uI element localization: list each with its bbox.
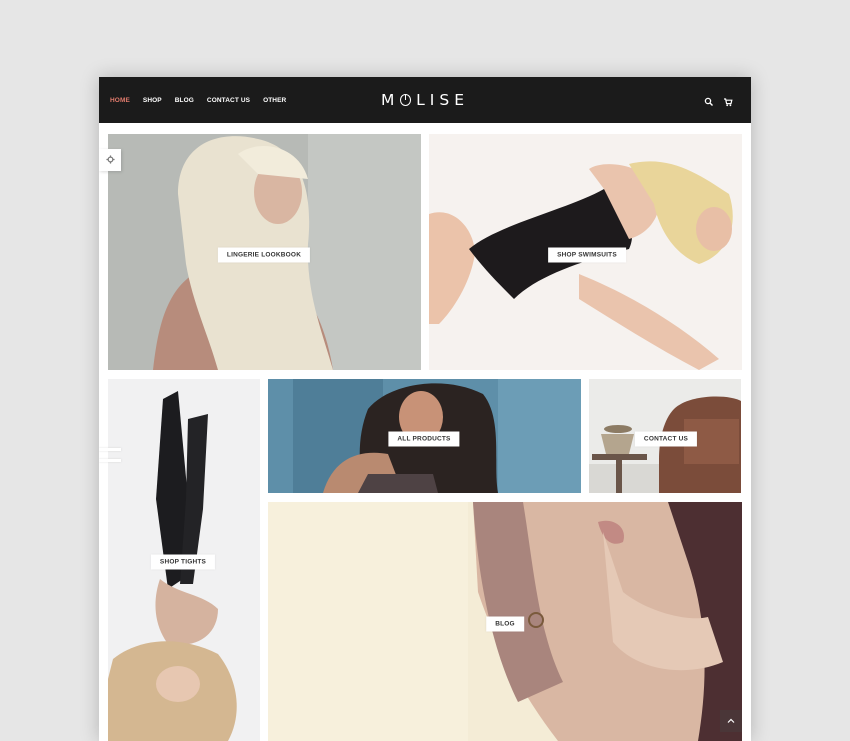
site-logo[interactable]: M LISE [381, 90, 469, 110]
all-products-label[interactable]: ALL PRODUCTS [388, 431, 460, 447]
menu-bar [99, 448, 121, 451]
header-tools [704, 94, 733, 107]
main-menu: HOME SHOP BLOG CONTACT US OTHER [110, 77, 299, 123]
blog-label[interactable]: BLOG [486, 616, 524, 632]
nav-contact-us-link[interactable]: CONTACT US [207, 97, 250, 104]
search-icon[interactable] [704, 94, 714, 106]
top-navigation-bar: HOME SHOP BLOG CONTACT US OTHER M LISE [99, 77, 751, 123]
shop-tights-label[interactable]: SHOP TIGHTS [150, 554, 216, 570]
menu-icon[interactable] [99, 448, 121, 470]
nav-shop-link[interactable]: SHOP [143, 97, 162, 104]
chevron-up-icon [727, 712, 735, 730]
logo-o-mark [400, 94, 412, 106]
nav-other-link[interactable]: OTHER [263, 97, 286, 104]
contact-us-tile[interactable]: CONTACT US [589, 379, 741, 493]
all-products-tile[interactable]: ALL PRODUCTS [268, 379, 581, 493]
shop-swimsuits-label[interactable]: SHOP SWIMSUITS [548, 247, 626, 263]
settings-gear-button[interactable] [99, 149, 121, 171]
lingerie-lookbook-tile[interactable]: LINGERIE LOOKBOOK [108, 134, 421, 370]
menu-bar [99, 459, 121, 462]
browser-window: HOME SHOP BLOG CONTACT US OTHER M LISE L… [99, 77, 751, 741]
gear-icon [105, 151, 115, 169]
logo-text-left: M [381, 91, 400, 109]
scroll-to-top-button[interactable] [720, 710, 742, 732]
shop-swimsuits-tile[interactable]: SHOP SWIMSUITS [429, 134, 742, 370]
shop-tights-tile[interactable]: SHOP TIGHTS [108, 379, 260, 741]
nav-home-link[interactable]: HOME [110, 97, 130, 104]
lingerie-lookbook-label[interactable]: LINGERIE LOOKBOOK [217, 247, 311, 263]
logo-text-right: LISE [416, 91, 469, 109]
nav-blog-link[interactable]: BLOG [175, 97, 194, 104]
contact-us-label[interactable]: CONTACT US [634, 431, 698, 447]
blog-tile[interactable]: BLOG [268, 502, 742, 741]
cart-icon[interactable] [723, 94, 733, 107]
